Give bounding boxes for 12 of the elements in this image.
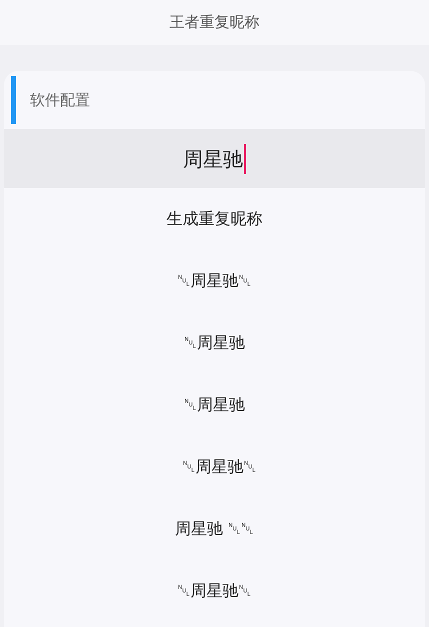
nickname-result[interactable]: 周星驰 ␀␀ bbox=[174, 517, 254, 541]
nickname-result[interactable]: ␀周星驰␀ bbox=[172, 455, 257, 479]
nickname-result[interactable]: ␀周星驰␀ bbox=[178, 269, 252, 293]
text-cursor bbox=[244, 144, 246, 174]
accent-bar bbox=[11, 76, 16, 124]
generate-button[interactable]: 生成重复昵称 bbox=[166, 207, 262, 231]
header-title: 王者重复昵称 bbox=[170, 12, 260, 34]
nickname-result[interactable]: ␀周星驰 bbox=[184, 331, 245, 355]
section-title: 软件配置 bbox=[30, 90, 90, 111]
nickname-result[interactable]: ␀周星驰 bbox=[184, 393, 245, 417]
input-field[interactable]: 周星驰 bbox=[4, 129, 425, 188]
nickname-result[interactable]: ␀周星驰␀ bbox=[178, 579, 252, 603]
